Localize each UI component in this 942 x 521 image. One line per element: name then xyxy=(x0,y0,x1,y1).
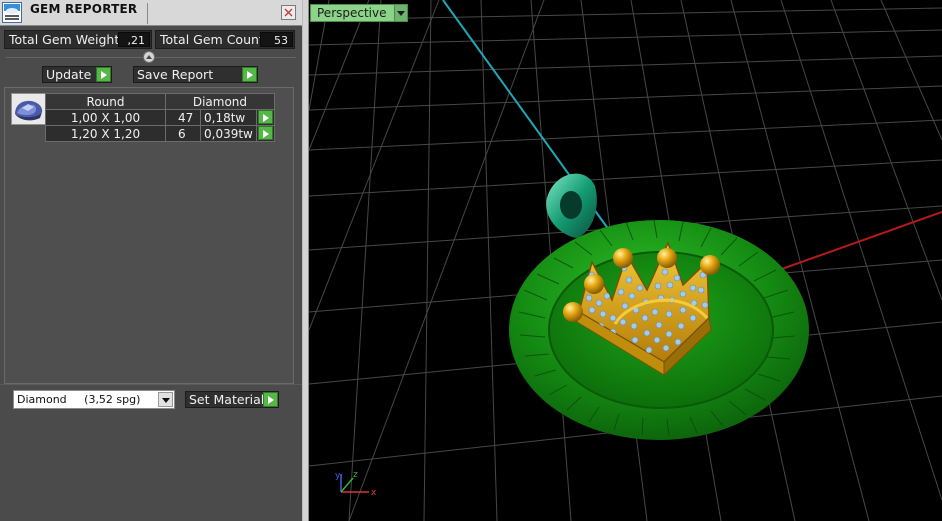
gem-size-cell: 1,00 X 1,00 xyxy=(45,109,166,126)
table-row: 1,00 X 1,00 47 0,18tw xyxy=(45,109,275,126)
gem-report-area: Round Diamond 1,00 X 1,00 47 0,18tw 1,20… xyxy=(4,87,294,384)
collapse-toggle[interactable] xyxy=(143,51,155,63)
set-material-label: Set Material xyxy=(189,392,265,407)
chevron-down-icon xyxy=(396,11,405,16)
gem-table: Round Diamond 1,00 X 1,00 47 0,18tw 1,20… xyxy=(45,93,275,142)
total-gem-count-value: 53 xyxy=(260,32,293,47)
panel-title: GEM REPORTER xyxy=(30,2,138,16)
gem-reporter-app-icon xyxy=(2,2,22,23)
crown-ball xyxy=(613,248,633,268)
section-divider xyxy=(0,384,302,385)
perspective-viewport[interactable]: Perspective x y z xyxy=(309,0,942,521)
update-run-button[interactable] xyxy=(96,67,111,82)
play-arrow-icon xyxy=(101,71,107,79)
column-header-shape: Round xyxy=(45,93,166,110)
axis-y-label: y xyxy=(335,471,341,481)
crown-ball xyxy=(563,302,583,322)
gem-weight-cell: 0,039tw xyxy=(200,125,257,142)
x-axis-line xyxy=(778,211,942,271)
select-gems-button[interactable] xyxy=(257,126,273,140)
gem-table-header: Round Diamond xyxy=(45,93,275,110)
round-diamond-icon xyxy=(11,93,46,125)
set-material-button[interactable]: Set Material xyxy=(185,391,279,408)
save-report-run-button[interactable] xyxy=(242,67,257,82)
close-icon xyxy=(284,8,293,17)
update-button[interactable]: Update xyxy=(42,66,112,83)
axis-gizmo: x y z xyxy=(335,470,377,498)
view-name-label[interactable]: Perspective xyxy=(310,4,408,22)
table-row: 1,20 X 1,20 6 0,039tw xyxy=(45,125,275,142)
chevron-down-icon xyxy=(162,398,170,403)
update-button-label: Update xyxy=(46,67,92,82)
gem-weight-cell: 0,18tw xyxy=(200,109,257,126)
view-name-text: Perspective xyxy=(317,6,387,20)
play-arrow-icon xyxy=(262,130,269,138)
viewport-scene xyxy=(309,0,942,521)
play-arrow-icon xyxy=(262,114,269,122)
set-material-run-button[interactable] xyxy=(263,392,278,407)
crown-ball xyxy=(700,255,720,275)
total-gem-count-label: Total Gem Count xyxy=(160,32,264,47)
axis-x-label: x xyxy=(371,488,377,498)
total-gem-weight-value: ,21 xyxy=(118,32,150,47)
play-arrow-icon xyxy=(247,71,253,79)
panel-titlebar: GEM REPORTER xyxy=(0,0,302,26)
total-gem-weight-label: Total Gem Weight xyxy=(9,32,120,47)
close-button[interactable] xyxy=(281,5,296,20)
material-selected-value: Diamond (3,52 spg) xyxy=(17,393,141,406)
save-report-label: Save Report xyxy=(137,67,214,82)
view-dropdown-button[interactable] xyxy=(393,5,407,21)
panel-splitter[interactable] xyxy=(302,0,309,521)
material-dropdown[interactable]: Diamond (3,52 spg) xyxy=(13,390,175,409)
gem-size-cell: 1,20 X 1,20 xyxy=(45,125,166,142)
gem-reporter-panel: GEM REPORTER Total Gem Weight ,21 Total … xyxy=(0,0,302,521)
row-action-cell xyxy=(255,109,275,126)
axis-z-label: z xyxy=(353,470,358,480)
collapse-up-icon xyxy=(146,55,152,59)
crown-ball xyxy=(657,248,677,268)
row-action-cell xyxy=(255,125,275,142)
pendant-model xyxy=(509,173,809,440)
play-arrow-icon xyxy=(268,396,274,404)
dropdown-arrow-button[interactable] xyxy=(158,392,173,407)
column-header-stone: Diamond xyxy=(165,93,275,110)
titlebar-separator xyxy=(147,3,148,24)
total-gem-count-box: Total Gem Count 53 xyxy=(155,30,295,49)
gem-count-cell: 47 xyxy=(165,109,201,126)
select-gems-button[interactable] xyxy=(257,110,273,124)
save-report-button[interactable]: Save Report xyxy=(133,66,258,83)
crown-ball xyxy=(584,274,604,294)
total-gem-weight-box: Total Gem Weight ,21 xyxy=(4,30,152,49)
gem-count-cell: 6 xyxy=(165,125,201,142)
